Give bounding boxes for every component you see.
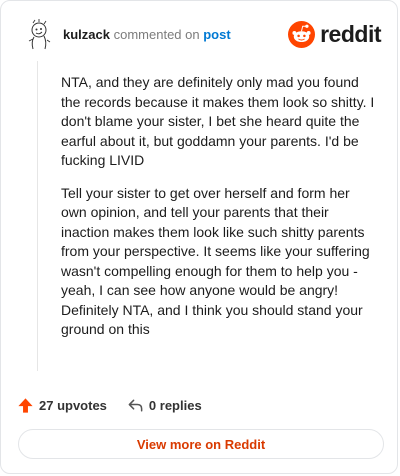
upvote-count[interactable]: 27 upvotes: [17, 397, 107, 414]
action-text: commented on: [113, 27, 200, 42]
username-link[interactable]: kulzack: [63, 27, 110, 42]
reply-arrow-icon[interactable]: [127, 397, 144, 414]
upvote-arrow-icon[interactable]: [17, 397, 34, 414]
reddit-snoo-icon: [288, 20, 316, 48]
comment-paragraph-2: Tell your sister to get over herself and…: [61, 184, 370, 338]
thread-line: [37, 61, 38, 371]
reddit-brand-link[interactable]: reddit: [288, 20, 381, 48]
comment-paragraph-1: NTA, and they are definitely only mad yo…: [61, 74, 375, 168]
replies-label: 0 replies: [148, 397, 202, 413]
reddit-wordmark: reddit: [320, 20, 381, 47]
embedded-comment-card: kulzack commented on post reddit NTA, an…: [0, 0, 398, 474]
comment-header: kulzack commented on post reddit: [19, 17, 381, 51]
view-more-on-reddit-button[interactable]: View more on Reddit: [18, 429, 384, 459]
comment-footer: 27 upvotes 0 replies: [17, 393, 202, 417]
user-avatar-icon[interactable]: [19, 17, 53, 51]
reply-count[interactable]: 0 replies: [107, 397, 202, 414]
comment-byline: kulzack commented on post: [63, 27, 231, 43]
post-link[interactable]: post: [203, 27, 230, 42]
upvotes-label: 27 upvotes: [39, 397, 107, 413]
comment-body: NTA, and they are definitely only mad yo…: [61, 73, 377, 353]
